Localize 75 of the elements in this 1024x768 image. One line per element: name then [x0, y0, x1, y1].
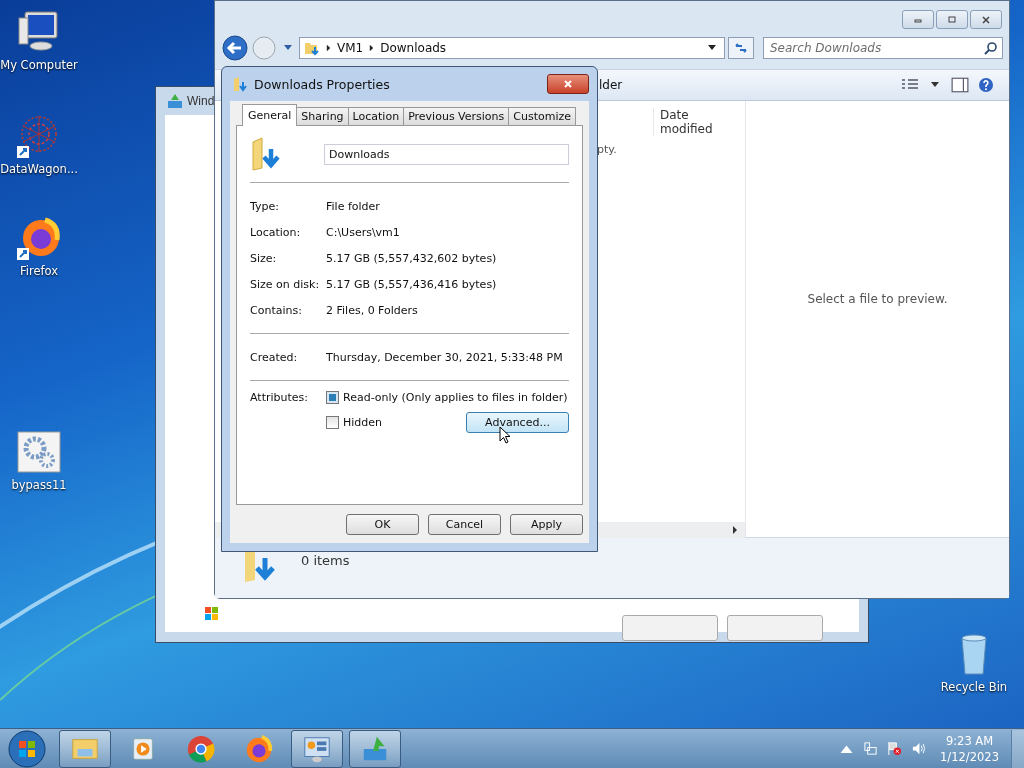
network-icon[interactable]: [863, 741, 879, 756]
speaker-icon[interactable]: [911, 741, 927, 756]
desktop-icon-label[interactable]: DataWagon...: [0, 162, 78, 176]
property-value: Thursday, December 30, 2021, 5:33:48 PM: [326, 350, 563, 364]
property-label: Location:: [250, 225, 302, 239]
dropdown-caret-icon[interactable]: [708, 45, 716, 51]
property-value: C:\Users\vm1: [326, 225, 400, 239]
folder-icon: [232, 76, 248, 92]
close-icon: [981, 14, 991, 25]
show-desktop-button[interactable]: [1011, 729, 1024, 768]
property-value: 2 Files, 0 Folders: [326, 303, 418, 317]
help-icon[interactable]: [977, 77, 995, 93]
breadcrumb-arrow-icon[interactable]: [369, 44, 375, 52]
property-value: File folder: [326, 199, 380, 213]
maximize-icon: [947, 14, 957, 25]
item-count: 0 items: [301, 553, 350, 568]
property-label: Created:: [250, 350, 299, 364]
tab[interactable]: Customize: [508, 107, 577, 125]
preview-pane-icon[interactable]: [951, 77, 969, 93]
taskbar-button[interactable]: [291, 729, 343, 768]
empty-folder-message: pty.: [597, 143, 617, 156]
gears-icon[interactable]: [15, 428, 63, 476]
desktop-icon-label[interactable]: Recycle Bin: [940, 680, 1008, 694]
tab[interactable]: Location: [347, 107, 405, 125]
breadcrumb-item[interactable]: Downloads: [380, 41, 447, 55]
tab[interactable]: Sharing: [296, 107, 349, 125]
advanced-button[interactable]: Advanced...: [466, 412, 569, 433]
search-icon: [984, 41, 998, 55]
property-label: Type:: [250, 199, 280, 213]
checkbox[interactable]: [326, 416, 339, 429]
preview-message: Select a file to preview.: [807, 292, 948, 306]
new-folder-button[interactable]: lder: [599, 78, 623, 92]
refresh-button[interactable]: [728, 37, 754, 59]
property-label: Size on disk:: [250, 277, 321, 291]
address-bar[interactable]: VM1 Downloads: [299, 37, 725, 59]
close-button[interactable]: [547, 74, 589, 94]
tab[interactable]: General: [242, 104, 298, 126]
minimize-button[interactable]: [902, 10, 934, 29]
dialog-title: Downloads Properties: [254, 76, 390, 92]
folder-name-field[interactable]: Downloads: [324, 143, 569, 165]
folder-icon: [304, 40, 320, 56]
checkbox-label[interactable]: Read-only (Only applies to files in folder): [343, 391, 568, 404]
chrome-icon: [186, 733, 216, 764]
dropdown-caret-icon[interactable]: [931, 82, 939, 88]
desktop-icon-label[interactable]: My Computer: [0, 58, 78, 72]
property-label: Attributes:: [250, 391, 309, 406]
start-button[interactable]: [7, 728, 47, 768]
action-center-flag-icon[interactable]: [887, 741, 903, 756]
checkbox[interactable]: [326, 391, 339, 404]
property-label: Size:: [250, 251, 278, 265]
mouse-cursor-icon: [499, 426, 511, 444]
window-title: Wind: [187, 94, 215, 108]
checkbox-label[interactable]: Hidden: [343, 416, 383, 429]
column-header[interactable]: Date modified: [653, 108, 745, 136]
desktop-icon-label[interactable]: Firefox: [19, 264, 59, 278]
scroll-arrow-icon[interactable]: [733, 526, 737, 534]
property-value: 5.17 GB (5,557,432,602 bytes): [326, 251, 497, 265]
dialog-button[interactable]: Apply: [510, 514, 583, 535]
taskbar-button[interactable]: [59, 729, 111, 768]
installer-icon: [167, 93, 183, 109]
folder-icon: [250, 137, 282, 171]
taskbar-button[interactable]: [349, 729, 401, 768]
tab[interactable]: Previous Versions: [403, 107, 510, 125]
dialog-button[interactable]: OK: [346, 514, 419, 535]
close-icon: [563, 79, 573, 89]
windows-logo-icon: [205, 607, 219, 621]
dialog-button[interactable]: Cancel: [428, 514, 501, 535]
breadcrumb-item[interactable]: VM1: [337, 41, 364, 55]
desktop-icon-label[interactable]: bypass11: [11, 478, 67, 492]
firefox-icon: [244, 733, 274, 764]
property-value: 5.17 GB (5,557,436,416 bytes): [326, 277, 497, 291]
property-label: Contains:: [250, 303, 303, 317]
search-field[interactable]: Search Downloads: [763, 37, 1003, 59]
maximize-button[interactable]: [936, 10, 968, 29]
breadcrumb-arrow-icon[interactable]: [326, 44, 331, 52]
